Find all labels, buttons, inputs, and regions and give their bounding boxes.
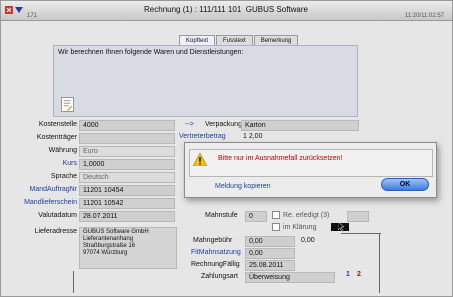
waehrung-value: Euro — [83, 148, 98, 155]
window-title: Rechnung (1) : 111/111 101 GUBUS Softwar… — [144, 5, 308, 14]
note-edit-icon[interactable] — [61, 97, 74, 112]
mahngebuehr-extra: 0,00 — [301, 237, 315, 244]
re-erledigt-checkbox[interactable] — [272, 211, 280, 219]
mahngebuehr-field[interactable]: 0,00 — [245, 236, 295, 247]
waehrung-select[interactable]: Euro — [79, 146, 175, 157]
im-klaerung-label: im Klärung — [283, 224, 317, 231]
address-line: Lieferantenanhang — [83, 236, 134, 242]
kostentraeger-label: Kostenträger — [36, 134, 77, 141]
valutadatum-field[interactable]: 28.07.2011 — [79, 211, 175, 222]
title-meta-left: 171 — [27, 13, 38, 19]
mandlieferschein-field[interactable]: 11201 10542 — [79, 198, 175, 209]
rechnungfaellig-field[interactable]: 25.08.2011 — [245, 260, 295, 271]
re-erledigt-label: Re. erledigt (3) — [283, 212, 330, 219]
vertreter-value: 1 2,00 — [243, 133, 263, 140]
mahnstufe-field[interactable]: 0 — [245, 211, 267, 222]
dropdown-triangle-icon[interactable] — [15, 6, 23, 14]
address-line: Straßburgstraße 16 — [83, 243, 136, 249]
fitmahnsatzung-field[interactable]: 0,00 — [245, 248, 295, 259]
divider-line — [379, 233, 380, 293]
page-2-link[interactable]: 2 — [357, 271, 361, 278]
alert-message-box — [189, 149, 433, 177]
kostenstelle-field[interactable]: 4000 — [79, 120, 175, 131]
sprache-value: Deutsch — [83, 174, 109, 181]
valutadatum-label: Valutadatum — [38, 212, 77, 219]
verpackung-field[interactable]: Karton — [241, 120, 359, 131]
kostenstelle-label: Kostenstelle — [38, 121, 77, 128]
address-line: GUBUS Software GmbH — [83, 229, 149, 235]
mandauftrag-field[interactable]: 11201 10454 — [79, 185, 175, 196]
zahlungsart-label: Zahlungsart — [201, 273, 238, 280]
divider-line — [73, 271, 74, 293]
mouse-cursor-icon — [338, 222, 345, 232]
mahnstufe-label: Mahnstufe — [205, 212, 238, 219]
waehrung-label: Währung — [48, 147, 77, 154]
title-bar: Rechnung (1) : 111/111 101 GUBUS Softwar… — [1, 1, 452, 21]
lieferadresse-label: Lieferadresse — [34, 228, 77, 235]
zahlungsart-field[interactable]: Überweisung — [245, 272, 335, 283]
title-meta-right: 11:20/11:02:57 — [404, 13, 444, 19]
mandauftrag-label[interactable]: MandAuftragNr — [1, 186, 77, 193]
fitmahnsatzung-label[interactable]: FitMahnsatzung — [191, 249, 241, 256]
verpackung-label: Verpackung — [205, 121, 242, 128]
kurs-label[interactable]: Kurs — [1, 160, 77, 167]
lieferadresse-field[interactable]: GUBUS Software GmbH Lieferantenanhang St… — [79, 227, 177, 269]
re-erledigt-field[interactable] — [347, 211, 369, 222]
copy-message-link[interactable]: Meldung kopieren — [215, 183, 271, 190]
divider-line — [341, 233, 381, 234]
page-1-link[interactable]: 1 — [346, 271, 350, 278]
sprache-select[interactable]: Deutsch — [79, 172, 175, 183]
rechnungfaellig-label: RechnungFällig — [191, 261, 240, 268]
warning-icon — [193, 153, 207, 166]
header-text-area[interactable]: Wir berechnen Ihnen folgende Waren und D… — [53, 45, 358, 117]
mahngebuehr-label: Mahngebühr — [193, 237, 233, 244]
address-line: 97074 Würzburg — [83, 250, 128, 256]
verpackung-arrow[interactable]: --> — [185, 121, 194, 128]
kurs-field[interactable]: 1,0000 — [79, 159, 175, 170]
mandlieferschein-label[interactable]: Mandlieferschein — [1, 199, 77, 206]
close-window-icon[interactable] — [5, 6, 13, 14]
im-klaerung-checkbox[interactable] — [272, 223, 280, 231]
sprache-label: Sprache — [50, 173, 77, 180]
alert-message: Bitte nur im Ausnahmefall zurücksetzen! — [218, 155, 343, 162]
ok-button[interactable]: OK — [381, 178, 429, 191]
vertreter-label[interactable]: Vertreterbetrag — [179, 133, 226, 140]
kostentraeger-field[interactable] — [79, 133, 175, 144]
